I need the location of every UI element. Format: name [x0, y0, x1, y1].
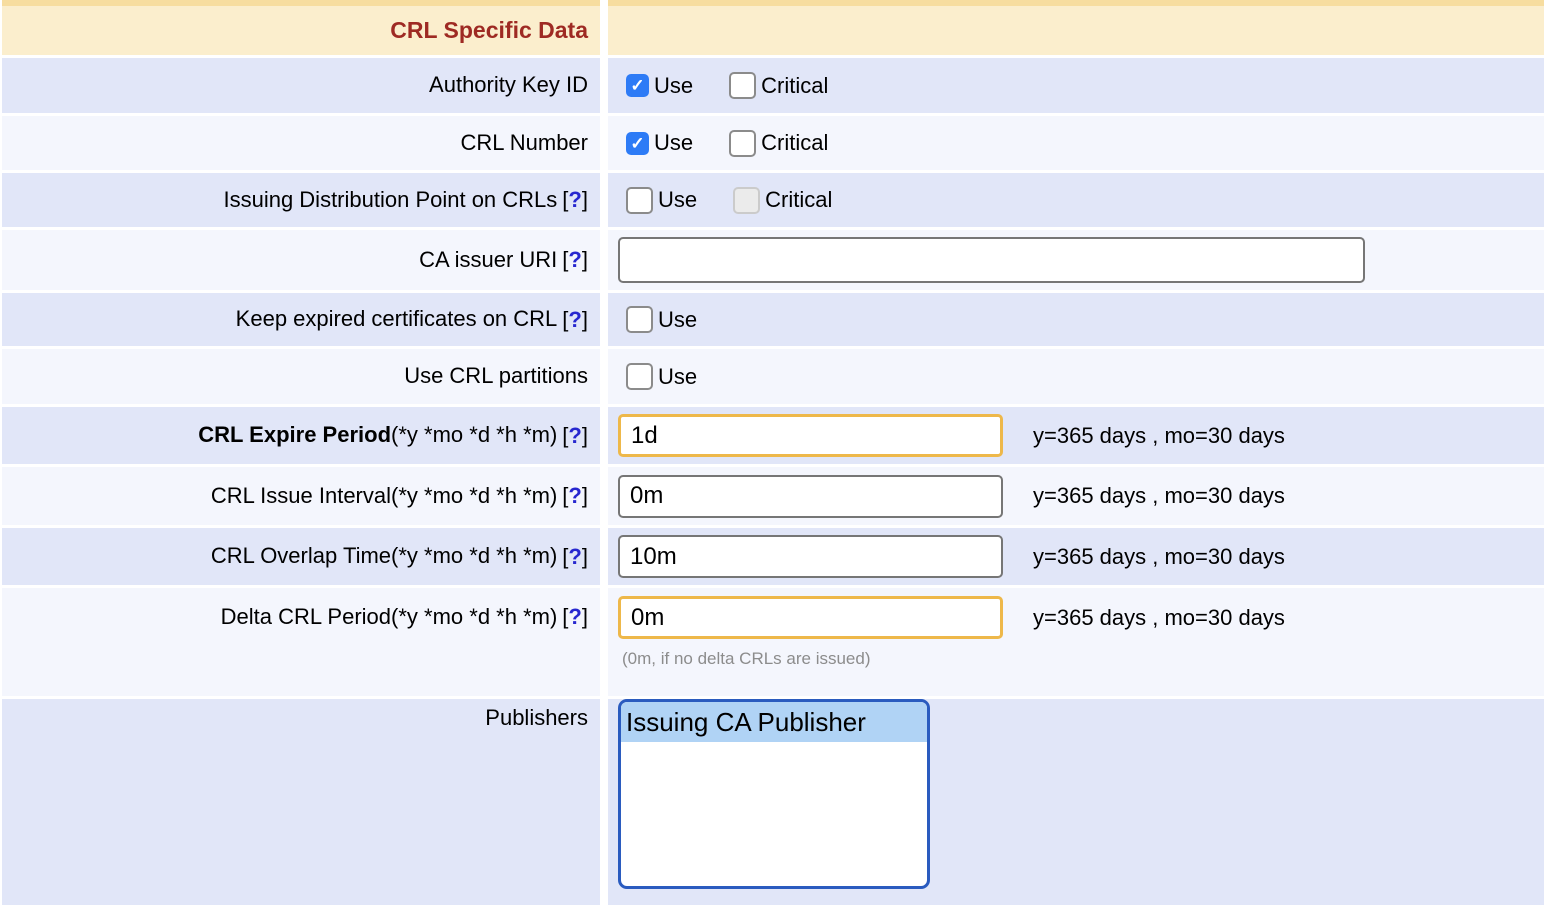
use-checkbox-group: ✓ Use	[626, 73, 693, 99]
critical-checkbox[interactable]	[729, 130, 756, 157]
use-checkbox[interactable]	[626, 187, 653, 214]
bracket: ]	[582, 483, 588, 508]
field-label: Delta CRL Period	[221, 604, 391, 629]
help-link[interactable]: [?]	[562, 247, 588, 273]
field-label: Publishers	[485, 705, 588, 731]
row-crl-expire-period: CRL Expire Period(*y *mo *d *h *m) [?] y…	[0, 407, 1544, 464]
publishers-listbox[interactable]: Issuing CA Publisher	[618, 699, 930, 889]
crl-specific-data-section: CRL Specific Data Authority Key ID ✓ Use…	[0, 0, 1544, 910]
days-conversion-hint: y=365 days , mo=30 days	[1033, 423, 1285, 449]
use-checkbox-group: Use	[626, 187, 697, 214]
help-link[interactable]: [?]	[562, 483, 588, 509]
section-header-cell: CRL Specific Data	[2, 0, 600, 55]
row-keep-expired-certificates: Keep expired certificates on CRL [?] Use	[0, 293, 1544, 346]
question-mark-icon: ?	[568, 423, 581, 448]
question-mark-icon: ?	[568, 544, 581, 569]
question-mark-icon: ?	[568, 307, 581, 332]
use-checkbox-group: ✓ Use	[626, 130, 693, 156]
use-label: Use	[654, 73, 693, 99]
question-mark-icon: ?	[568, 247, 581, 272]
bracket: ]	[582, 187, 588, 212]
crl-issue-interval-input[interactable]	[618, 475, 1003, 518]
field-label-suffix: (*y *mo *d *h *m)	[391, 604, 557, 629]
field-label: CRL Expire Period	[198, 422, 391, 447]
field-label: Issuing Distribution Point on CRLs	[223, 187, 557, 213]
row-crl-number: CRL Number ✓ Use Critical	[0, 116, 1544, 170]
field-label: CRL Issue Interval	[211, 483, 391, 508]
bracket: ]	[582, 604, 588, 629]
help-link[interactable]: [?]	[562, 423, 588, 449]
critical-checkbox-group: Critical	[729, 72, 828, 99]
use-label: Use	[658, 364, 697, 390]
question-mark-icon: ?	[568, 187, 581, 212]
question-mark-icon: ?	[568, 483, 581, 508]
help-link[interactable]: [?]	[562, 544, 588, 570]
use-checkbox[interactable]	[626, 306, 653, 333]
use-label: Use	[658, 187, 697, 213]
field-label: CRL Overlap Time	[211, 543, 391, 568]
crl-expire-period-input[interactable]	[618, 414, 1003, 457]
critical-checkbox[interactable]	[729, 72, 756, 99]
critical-checkbox-group: Critical	[729, 130, 828, 157]
field-label-suffix: (*y *mo *d *h *m)	[391, 422, 557, 447]
field-label: CA issuer URI	[419, 247, 557, 273]
row-publishers: Publishers Issuing CA Publisher	[0, 699, 1544, 905]
section-title: CRL Specific Data	[390, 17, 588, 44]
section-header-row: CRL Specific Data	[0, 0, 1544, 55]
row-crl-issue-interval: CRL Issue Interval(*y *mo *d *h *m) [?] …	[0, 467, 1544, 525]
publishers-option-selected[interactable]: Issuing CA Publisher	[621, 702, 927, 742]
field-label-suffix: (*y *mo *d *h *m)	[391, 483, 557, 508]
critical-checkbox-group: Critical	[733, 187, 832, 214]
question-mark-icon: ?	[568, 604, 581, 629]
use-checkbox[interactable]	[626, 363, 653, 390]
critical-label: Critical	[761, 130, 828, 156]
help-link[interactable]: [?]	[562, 187, 588, 213]
field-label-suffix: (*y *mo *d *h *m)	[391, 543, 557, 568]
help-link[interactable]: [?]	[562, 307, 588, 333]
row-issuing-distribution-point: Issuing Distribution Point on CRLs [?] U…	[0, 173, 1544, 227]
field-label: Authority Key ID	[429, 72, 588, 98]
critical-checkbox	[733, 187, 760, 214]
bracket: ]	[582, 544, 588, 569]
use-label: Use	[654, 130, 693, 156]
bracket: ]	[582, 423, 588, 448]
days-conversion-hint: y=365 days , mo=30 days	[1033, 544, 1285, 570]
bracket: ]	[582, 247, 588, 272]
use-checkbox[interactable]: ✓	[626, 74, 649, 97]
field-label: Use CRL partitions	[404, 363, 588, 389]
checkmark-icon: ✓	[630, 135, 644, 152]
section-header-spacer	[608, 0, 1544, 55]
row-authority-key-id: Authority Key ID ✓ Use Critical	[0, 58, 1544, 113]
help-link[interactable]: [?]	[562, 604, 588, 630]
critical-label: Critical	[761, 73, 828, 99]
use-checkbox[interactable]: ✓	[626, 132, 649, 155]
bracket: ]	[582, 307, 588, 332]
delta-crl-period-input[interactable]	[618, 596, 1003, 639]
row-delta-crl-period: Delta CRL Period(*y *mo *d *h *m) [?] y=…	[0, 588, 1544, 696]
days-conversion-hint: y=365 days , mo=30 days	[1033, 605, 1285, 631]
crl-overlap-time-input[interactable]	[618, 535, 1003, 578]
checkmark-icon: ✓	[630, 77, 644, 94]
use-label: Use	[658, 307, 697, 333]
ca-issuer-uri-input[interactable]	[618, 237, 1365, 283]
row-crl-overlap-time: CRL Overlap Time(*y *mo *d *h *m) [?] y=…	[0, 528, 1544, 585]
field-label: Keep expired certificates on CRL	[236, 306, 558, 332]
delta-crl-note: (0m, if no delta CRLs are issued)	[622, 649, 871, 669]
field-label: CRL Number	[460, 130, 588, 156]
row-use-crl-partitions: Use CRL partitions Use	[0, 349, 1544, 404]
use-checkbox-group: Use	[626, 363, 697, 390]
use-checkbox-group: Use	[626, 306, 697, 333]
critical-label: Critical	[765, 187, 832, 213]
row-ca-issuer-uri: CA issuer URI [?]	[0, 230, 1544, 290]
days-conversion-hint: y=365 days , mo=30 days	[1033, 483, 1285, 509]
